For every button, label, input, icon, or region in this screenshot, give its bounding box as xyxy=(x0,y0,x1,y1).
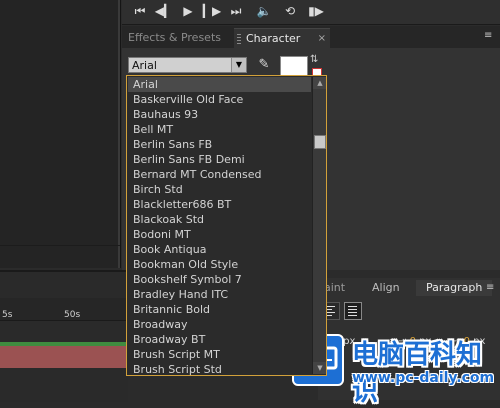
font-list-item[interactable]: Bradley Hand ITC xyxy=(133,287,228,302)
font-list-item[interactable]: Birch Std xyxy=(133,182,183,197)
panel-divider xyxy=(118,0,120,268)
first-frame-icon[interactable]: ⏮ xyxy=(130,2,150,20)
font-list-item[interactable]: Britannic Bold xyxy=(133,302,210,317)
tab-effects-presets[interactable]: Effects & Presets xyxy=(128,28,221,48)
font-list-item[interactable]: Broadway BT xyxy=(133,332,205,347)
font-family-value: Arial xyxy=(132,59,157,72)
font-list-item[interactable]: Blackletter686 BT xyxy=(133,197,231,212)
panel-menu-icon[interactable]: ≡ xyxy=(486,282,494,293)
align-center-button[interactable] xyxy=(344,302,362,320)
font-list-item[interactable]: Bookman Old Style xyxy=(133,257,238,272)
font-list-item[interactable]: Bell MT xyxy=(133,122,173,137)
last-frame-icon[interactable]: ⏭ xyxy=(226,2,246,20)
font-list-item[interactable]: Brush Script Std xyxy=(133,362,222,375)
scroll-thumb[interactable] xyxy=(314,135,326,149)
font-dropdown-list[interactable]: Arial Baskerville Old Face Bauhaus 93 Bell … xyxy=(126,75,327,376)
panel-tab-bar: Effects & Presets Character × xyxy=(122,26,500,49)
close-icon[interactable]: × xyxy=(318,29,326,49)
font-list-item[interactable]: Berlin Sans FB Demi xyxy=(133,152,245,167)
font-list-item[interactable]: Baskerville Old Face xyxy=(133,92,243,107)
loop-icon[interactable]: ⟲ xyxy=(280,2,300,20)
font-list-item[interactable]: Berlin Sans FB xyxy=(133,137,212,152)
panel-divider xyxy=(0,245,120,246)
tab-paragraph[interactable]: Paragraph xyxy=(416,280,492,296)
eyedropper-icon[interactable]: ✎ xyxy=(256,57,272,73)
font-list-item[interactable]: Bauhaus 93 xyxy=(133,107,198,122)
font-family-select[interactable]: Arial ▼ xyxy=(128,57,247,73)
preview-controls: ⏮ ◀▎ ▶ ▎▶ ⏭ 🔈 ⟲ ▮▶ xyxy=(122,0,500,25)
font-list-item[interactable]: Book Antiqua xyxy=(133,242,206,257)
scroll-down-icon[interactable]: ▼ xyxy=(313,362,326,374)
font-list-item[interactable]: Bodoni MT xyxy=(133,227,191,242)
time-tick-label: 5s xyxy=(2,310,13,320)
tab-character-label: Character xyxy=(246,32,301,45)
tab-align[interactable]: Align xyxy=(372,280,400,296)
layer-bar[interactable] xyxy=(0,346,128,368)
composition-viewer xyxy=(0,0,121,268)
tab-character[interactable]: Character × xyxy=(234,28,330,49)
scrollbar[interactable]: ▲ ▼ xyxy=(312,77,326,374)
ram-preview-icon[interactable]: ▮▶ xyxy=(306,2,326,20)
font-list-item[interactable]: Bernard MT Condensed xyxy=(133,167,261,182)
timeline-panel xyxy=(0,270,128,402)
font-list-item[interactable]: Bookshelf Symbol 7 xyxy=(133,272,242,287)
font-list-item[interactable]: Broadway xyxy=(133,317,188,332)
swap-colors-icon[interactable]: ⇅ xyxy=(310,54,318,65)
panel-menu-icon[interactable]: ≡ xyxy=(484,30,492,41)
font-list-item[interactable]: Brush Script MT xyxy=(133,347,220,362)
chevron-down-icon[interactable]: ▼ xyxy=(231,58,246,72)
audio-icon[interactable]: 🔈 xyxy=(254,2,274,20)
font-list-item[interactable]: Blackoak Std xyxy=(133,212,204,227)
grip-icon[interactable] xyxy=(237,34,241,44)
tab-paint[interactable]: aint xyxy=(324,280,345,296)
next-frame-icon[interactable]: ▎▶ xyxy=(202,2,222,20)
time-tick-label: 50s xyxy=(64,310,81,320)
play-icon[interactable]: ▶ xyxy=(178,2,198,20)
font-list-item[interactable]: Arial xyxy=(133,77,158,92)
tab-paragraph-label: Paragraph xyxy=(426,281,483,294)
scroll-up-icon[interactable]: ▲ xyxy=(313,77,326,89)
watermark-url: www.pc-daily.com xyxy=(352,370,495,386)
prev-frame-icon[interactable]: ◀▎ xyxy=(154,2,174,20)
